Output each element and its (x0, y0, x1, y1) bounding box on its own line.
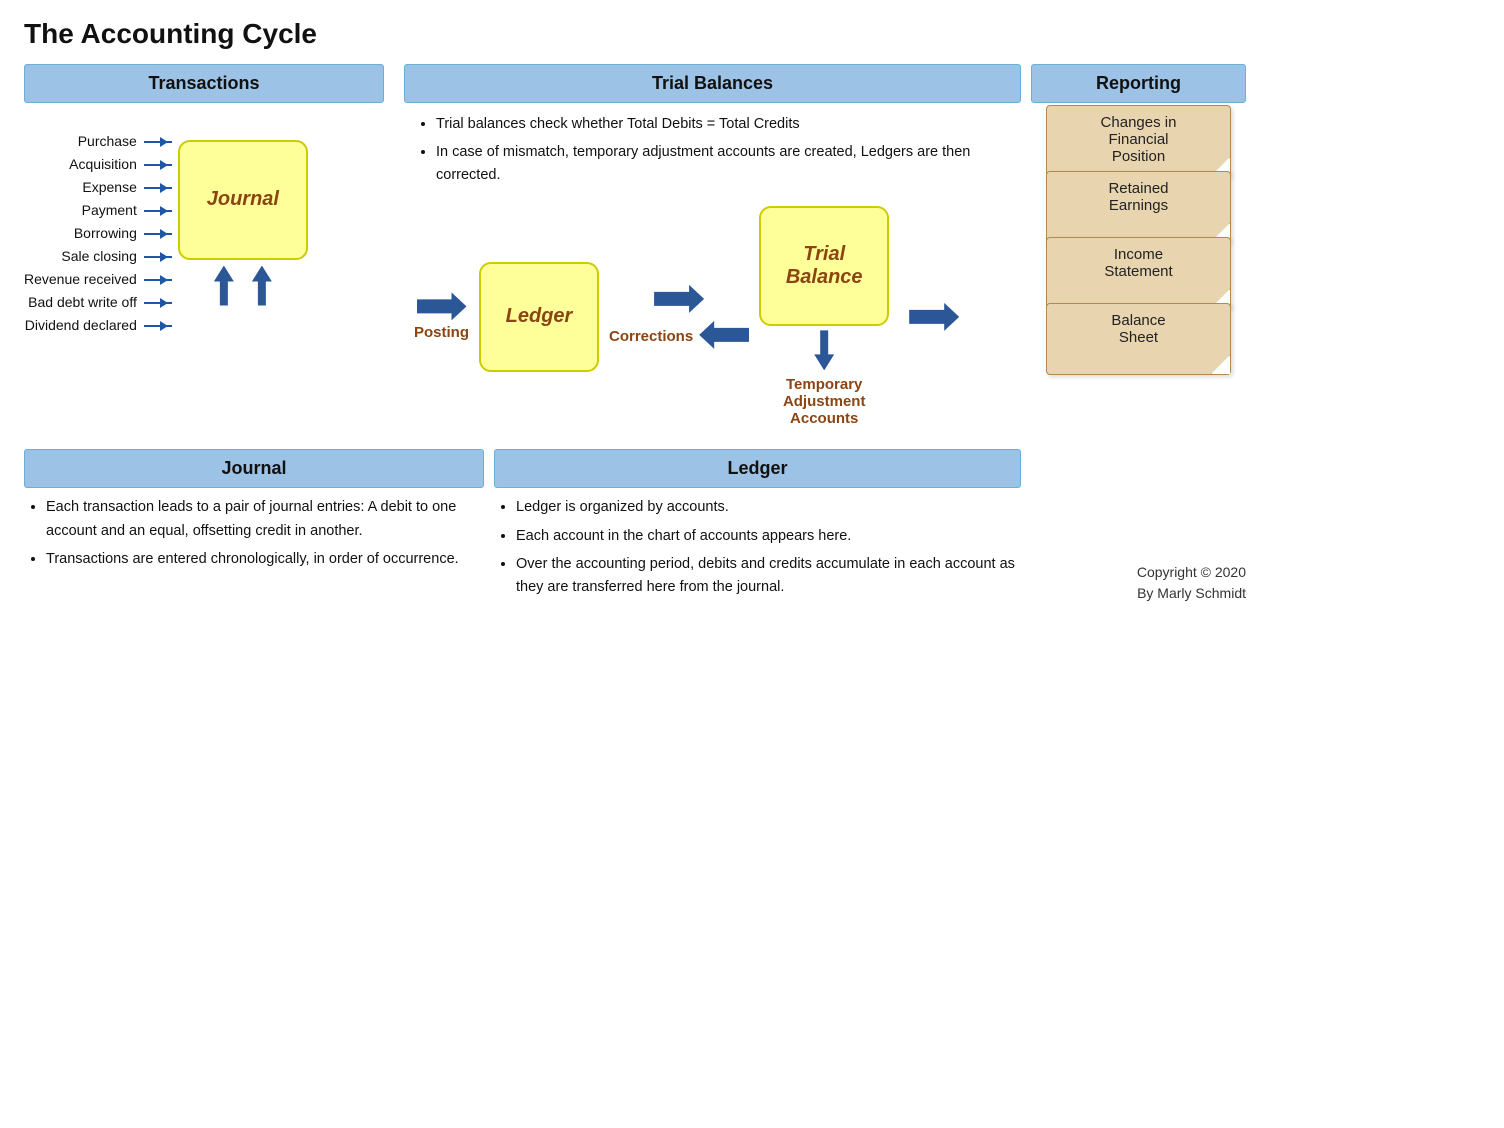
trans-borrowing: Borrowing (74, 223, 172, 244)
ledger-bullet-1: Ledger is organized by accounts. (516, 496, 1021, 519)
diagram-row: Purchase Acquisition Expense Payment (24, 111, 384, 336)
up-arrow-2 (252, 266, 272, 306)
trial-balances-column: Trial Balances Trial balances check whet… (394, 64, 1031, 427)
ledger-box: Ledger (479, 262, 599, 372)
posting-label: Posting (414, 324, 469, 341)
corrections-arrow (699, 321, 749, 349)
arrow-purchase (144, 141, 172, 143)
ledger-bullet-3: Over the accounting period, debits and c… (516, 553, 1021, 599)
arrow-acquisition (144, 164, 172, 166)
ledger-bullet-2: Each account in the chart of accounts ap… (516, 525, 1021, 548)
arrow-bad-debt (144, 302, 172, 304)
transaction-labels: Purchase Acquisition Expense Payment (24, 131, 178, 336)
arrow-dividend (144, 325, 172, 327)
bottom-journal-text: Each transaction leads to a pair of jour… (24, 496, 484, 571)
transactions-header: Transactions (24, 64, 384, 103)
copyright-text: Copyright © 2020By Marly Schmidt (1137, 562, 1246, 604)
bottom-reporting-column: Copyright © 2020By Marly Schmidt (1031, 449, 1246, 604)
page-title: The Accounting Cycle (24, 18, 1246, 50)
temp-adj-label: TemporaryAdjustmentAccounts (759, 376, 889, 427)
trans-dividend: Dividend declared (25, 315, 172, 336)
arrow-revenue (144, 279, 172, 281)
main-layout: Transactions Purchase Acquisition Expens… (24, 64, 1246, 604)
bottom-ledger-column: Ledger Ledger is organized by accounts. … (484, 449, 1031, 604)
journal-box: Journal (178, 140, 308, 260)
arrow-sale-closing (144, 256, 172, 258)
trial-balances-header: Trial Balances (404, 64, 1021, 103)
trans-acquisition: Acquisition (69, 154, 172, 175)
bottom-ledger-header: Ledger (494, 449, 1021, 488)
journal-bullet-2: Transactions are entered chronologically… (46, 548, 484, 571)
vert-up-arrow-1 (214, 266, 234, 308)
reporting-docs: Changes inFinancialPosition RetainedEarn… (1031, 111, 1246, 375)
arrow-expense (144, 187, 172, 189)
bottom-ledger-text: Ledger is organized by accounts. Each ac… (494, 496, 1021, 599)
bottom-journal-header: Journal (24, 449, 484, 488)
reporting-column: Reporting Changes inFinancialPosition Re… (1031, 64, 1246, 375)
doc-changes-in-financial-position: Changes inFinancialPosition (1046, 105, 1231, 177)
trial-bullet-1: Trial balances check whether Total Debit… (436, 113, 1021, 135)
trans-bad-debt: Bad debt write off (28, 292, 172, 313)
doc-retained-earnings: RetainedEarnings (1046, 171, 1231, 243)
journal-bullet-1: Each transaction leads to a pair of jour… (46, 496, 484, 542)
reporting-header: Reporting (1031, 64, 1246, 103)
top-section: Transactions Purchase Acquisition Expens… (24, 64, 1246, 427)
trans-revenue: Revenue received (24, 269, 172, 290)
trans-purchase: Purchase (78, 131, 172, 152)
trial-to-reporting-arrow (909, 303, 959, 331)
trial-balances-text: Trial balances check whether Total Debit… (404, 113, 1021, 192)
up-arrow-1 (214, 266, 234, 306)
vert-up-arrow-2 (252, 266, 272, 308)
trial-balance-box: TrialBalance (759, 206, 889, 326)
trial-bullet-2: In case of mismatch, temporary adjustmen… (436, 141, 1021, 186)
trial-balance-down-arrow (814, 330, 834, 370)
doc-income-statement: IncomeStatement (1046, 237, 1231, 309)
bottom-journal-column: Journal Each transaction leads to a pair… (24, 449, 484, 604)
trans-payment: Payment (82, 200, 172, 221)
posting-arrow (417, 292, 467, 320)
posting-group: Posting (414, 292, 469, 341)
arrow-payment (144, 210, 172, 212)
bottom-section: Journal Each transaction leads to a pair… (24, 449, 1246, 604)
ledger-to-trial-arrow (654, 285, 704, 313)
trans-expense: Expense (82, 177, 171, 198)
transactions-column: Transactions Purchase Acquisition Expens… (24, 64, 394, 336)
corrections-label: Corrections (609, 328, 693, 345)
trans-sale-closing: Sale closing (61, 246, 172, 267)
corrections-group (654, 285, 704, 313)
arrow-borrowing (144, 233, 172, 235)
doc-balance-sheet: BalanceSheet (1046, 303, 1231, 375)
